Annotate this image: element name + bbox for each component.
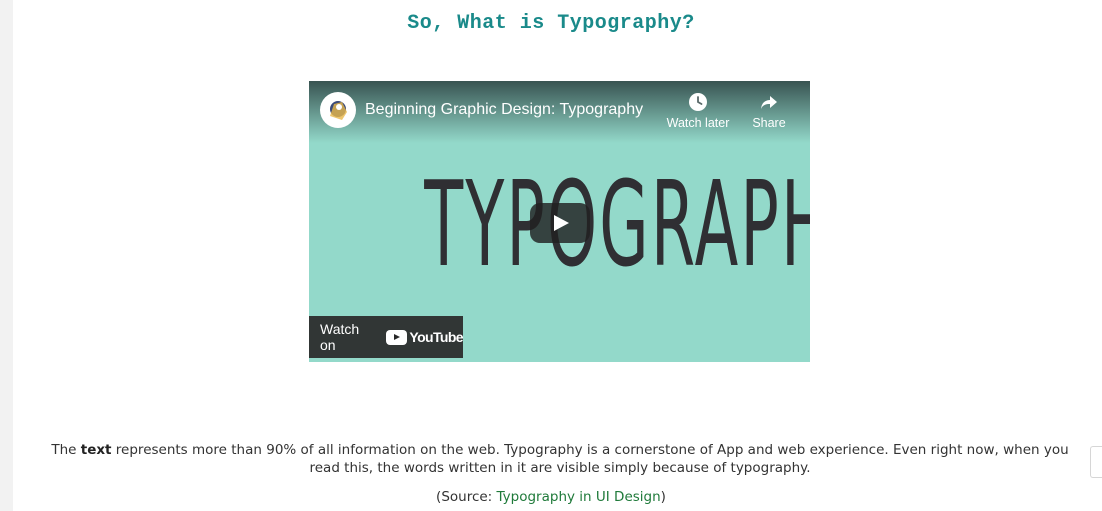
video-title[interactable]: Beginning Graphic Design: Typography <box>365 101 643 119</box>
youtube-logo: YouTube <box>386 329 464 345</box>
source-line: (Source: Typography in UI Design) <box>0 489 1102 505</box>
youtube-wordmark: YouTube <box>409 329 463 345</box>
source-prefix: (Source: <box>436 489 497 505</box>
watch-later-button[interactable]: Watch later <box>665 92 731 130</box>
channel-avatar[interactable] <box>320 92 356 128</box>
video-embed[interactable]: TYPOGRAPHY Beginning Graphic Design: Typ… <box>309 81 810 362</box>
left-gutter <box>0 0 13 511</box>
share-button[interactable]: Share <box>749 92 789 130</box>
paragraph-text-rest: represents more than 90% of all informat… <box>111 442 1069 476</box>
intro-paragraph: The text represents more than 90% of all… <box>34 441 1086 477</box>
clock-icon <box>689 93 707 111</box>
watch-later-label: Watch later <box>666 116 730 130</box>
source-link[interactable]: Typography in UI Design <box>497 489 661 505</box>
watch-on-label: Watch on <box>320 321 360 353</box>
watch-on-youtube-button[interactable]: Watch on YouTube <box>309 316 464 358</box>
paragraph-text-start: The <box>51 442 81 458</box>
side-panel-handle[interactable] <box>1090 446 1102 478</box>
share-icon <box>761 96 777 109</box>
page-title: So, What is Typography? <box>407 12 695 35</box>
play-button[interactable] <box>530 203 590 243</box>
source-suffix: ) <box>660 489 666 505</box>
share-label: Share <box>752 116 786 130</box>
youtube-play-icon <box>386 329 408 345</box>
paragraph-bold-word: text <box>80 442 112 458</box>
